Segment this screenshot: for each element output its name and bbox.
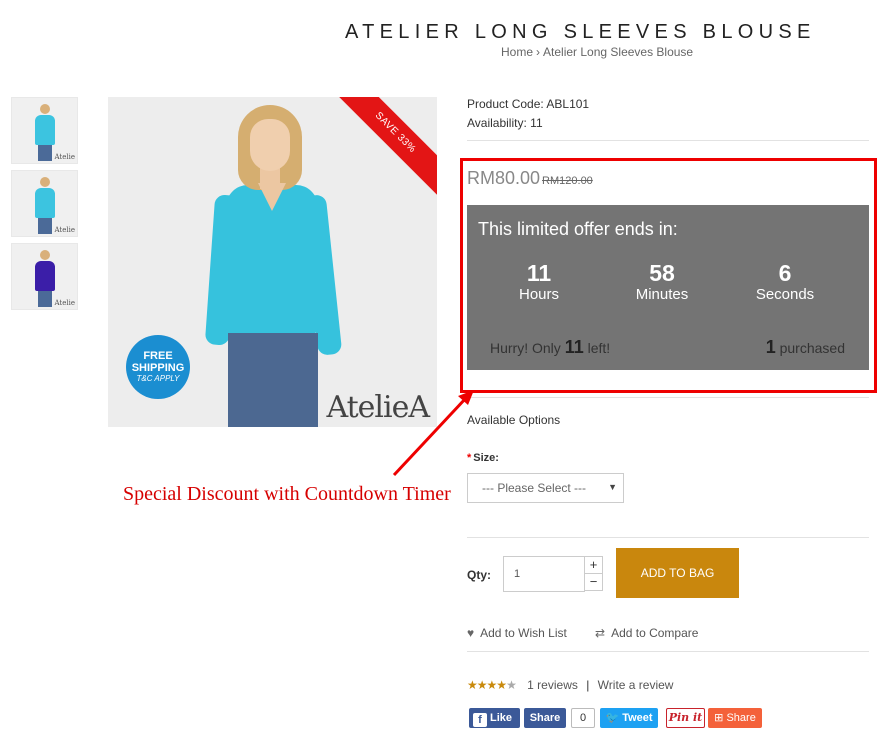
countdown-heading: This limited offer ends in: (478, 219, 678, 239)
add-to-wishlist-link[interactable]: ♥ Add to Wish List (467, 626, 567, 640)
current-price: RM80.00 (467, 168, 541, 188)
product-main-image[interactable]: SAVE 33% FREE SHIPPING T&C APPLY AtelieA (108, 97, 437, 427)
product-code-label: Product Code: (467, 97, 544, 111)
thumbnail-1[interactable]: Atelie (11, 97, 78, 164)
breadcrumb-separator: › (536, 45, 541, 59)
qty-input[interactable]: 1 (503, 556, 585, 592)
tweet-button[interactable]: 🐦 Tweet (600, 708, 658, 728)
old-price: RM120.00 (542, 175, 593, 187)
exchange-icon: ⇄ (595, 626, 606, 640)
countdown-hours: 11 Hours (518, 260, 559, 303)
star-icon: ★ (467, 678, 478, 692)
divider (467, 651, 869, 652)
pinterest-button[interactable]: Pin it (666, 708, 705, 728)
size-label: * Size: (467, 452, 499, 464)
product-meta: Product Code: ABL101 Availability: 11 (467, 95, 589, 133)
model-figure (198, 105, 358, 427)
countdown-timer: This limited offer ends in: 11 Hours 58 … (467, 205, 869, 370)
availability-label: Availability: (467, 116, 527, 130)
breadcrumb-home[interactable]: Home (501, 45, 533, 59)
star-icon: ★ (476, 678, 488, 692)
qty-label: Qty: (467, 568, 491, 582)
thumbnail-model (34, 177, 56, 234)
heart-icon: ♥ (467, 626, 475, 640)
page-title: ATELIER LONG SLEEVES BLOUSE (345, 21, 816, 43)
countdown-minutes: 58 Minutes (635, 260, 689, 303)
thumbnail-brand: Atelie (54, 153, 75, 161)
rating-row: ★★★★★ 1 reviews | Write a review (467, 678, 673, 692)
facebook-share-button[interactable]: Share (524, 708, 566, 728)
price-block: RM80.00 RM120.00 (467, 168, 593, 189)
facebook-icon: f (473, 713, 487, 727)
divider (467, 140, 869, 141)
share-count: 0 (571, 708, 595, 728)
star-icon: ★ (486, 678, 498, 692)
star-icon: ★ (506, 678, 517, 692)
divider (467, 397, 869, 398)
available-options-heading: Available Options (467, 413, 561, 427)
facebook-like-button[interactable]: f Like (469, 708, 520, 728)
add-to-compare-link[interactable]: ⇄ Add to Compare (595, 626, 698, 640)
divider (467, 537, 869, 538)
free-shipping-badge: FREE SHIPPING T&C APPLY (126, 335, 190, 399)
share-button[interactable]: ⊞ Share (708, 708, 762, 728)
breadcrumb-current[interactable]: Atelier Long Sleeves Blouse (543, 45, 693, 59)
write-review-link[interactable]: Write a review (598, 678, 674, 692)
thumbnail-2[interactable]: Atelie (11, 170, 78, 237)
thumbnail-model (34, 104, 56, 161)
size-select[interactable]: --- Please Select --- ▼ (467, 473, 624, 503)
rating-separator: | (586, 678, 590, 692)
qty-decrease-button[interactable]: − (584, 573, 603, 591)
availability-value: 11 (530, 116, 543, 130)
plus-icon: ⊞ (714, 712, 724, 724)
star-icon: ★ (496, 678, 507, 692)
breadcrumb: Home › Atelier Long Sleeves Blouse (501, 45, 693, 59)
annotation-arrow-icon (392, 390, 474, 477)
add-to-bag-button[interactable]: ADD TO BAG (616, 548, 739, 598)
annotation-label: Special Discount with Countdown Timer (123, 483, 451, 505)
thumbnail-model (34, 250, 56, 307)
thumbnail-brand: Atelie (54, 299, 75, 307)
thumbnail-3[interactable]: Atelie (11, 243, 78, 310)
chevron-down-icon: ▼ (608, 482, 617, 492)
star-rating: ★★★★★ (467, 678, 517, 692)
purchased-count: 1 purchased (765, 337, 845, 357)
countdown-seconds: 6 Seconds (755, 260, 815, 303)
thumbnail-brand: Atelie (54, 226, 75, 234)
reviews-link[interactable]: 1 reviews (527, 678, 578, 692)
product-code: ABL101 (546, 97, 590, 111)
twitter-icon: 🐦 (605, 712, 620, 724)
stock-remaining: Hurry! Only 11 left! (490, 337, 611, 357)
qty-increase-button[interactable]: + (584, 556, 603, 574)
thumbnail-gallery: Atelie Atelie Atelie (11, 97, 78, 316)
